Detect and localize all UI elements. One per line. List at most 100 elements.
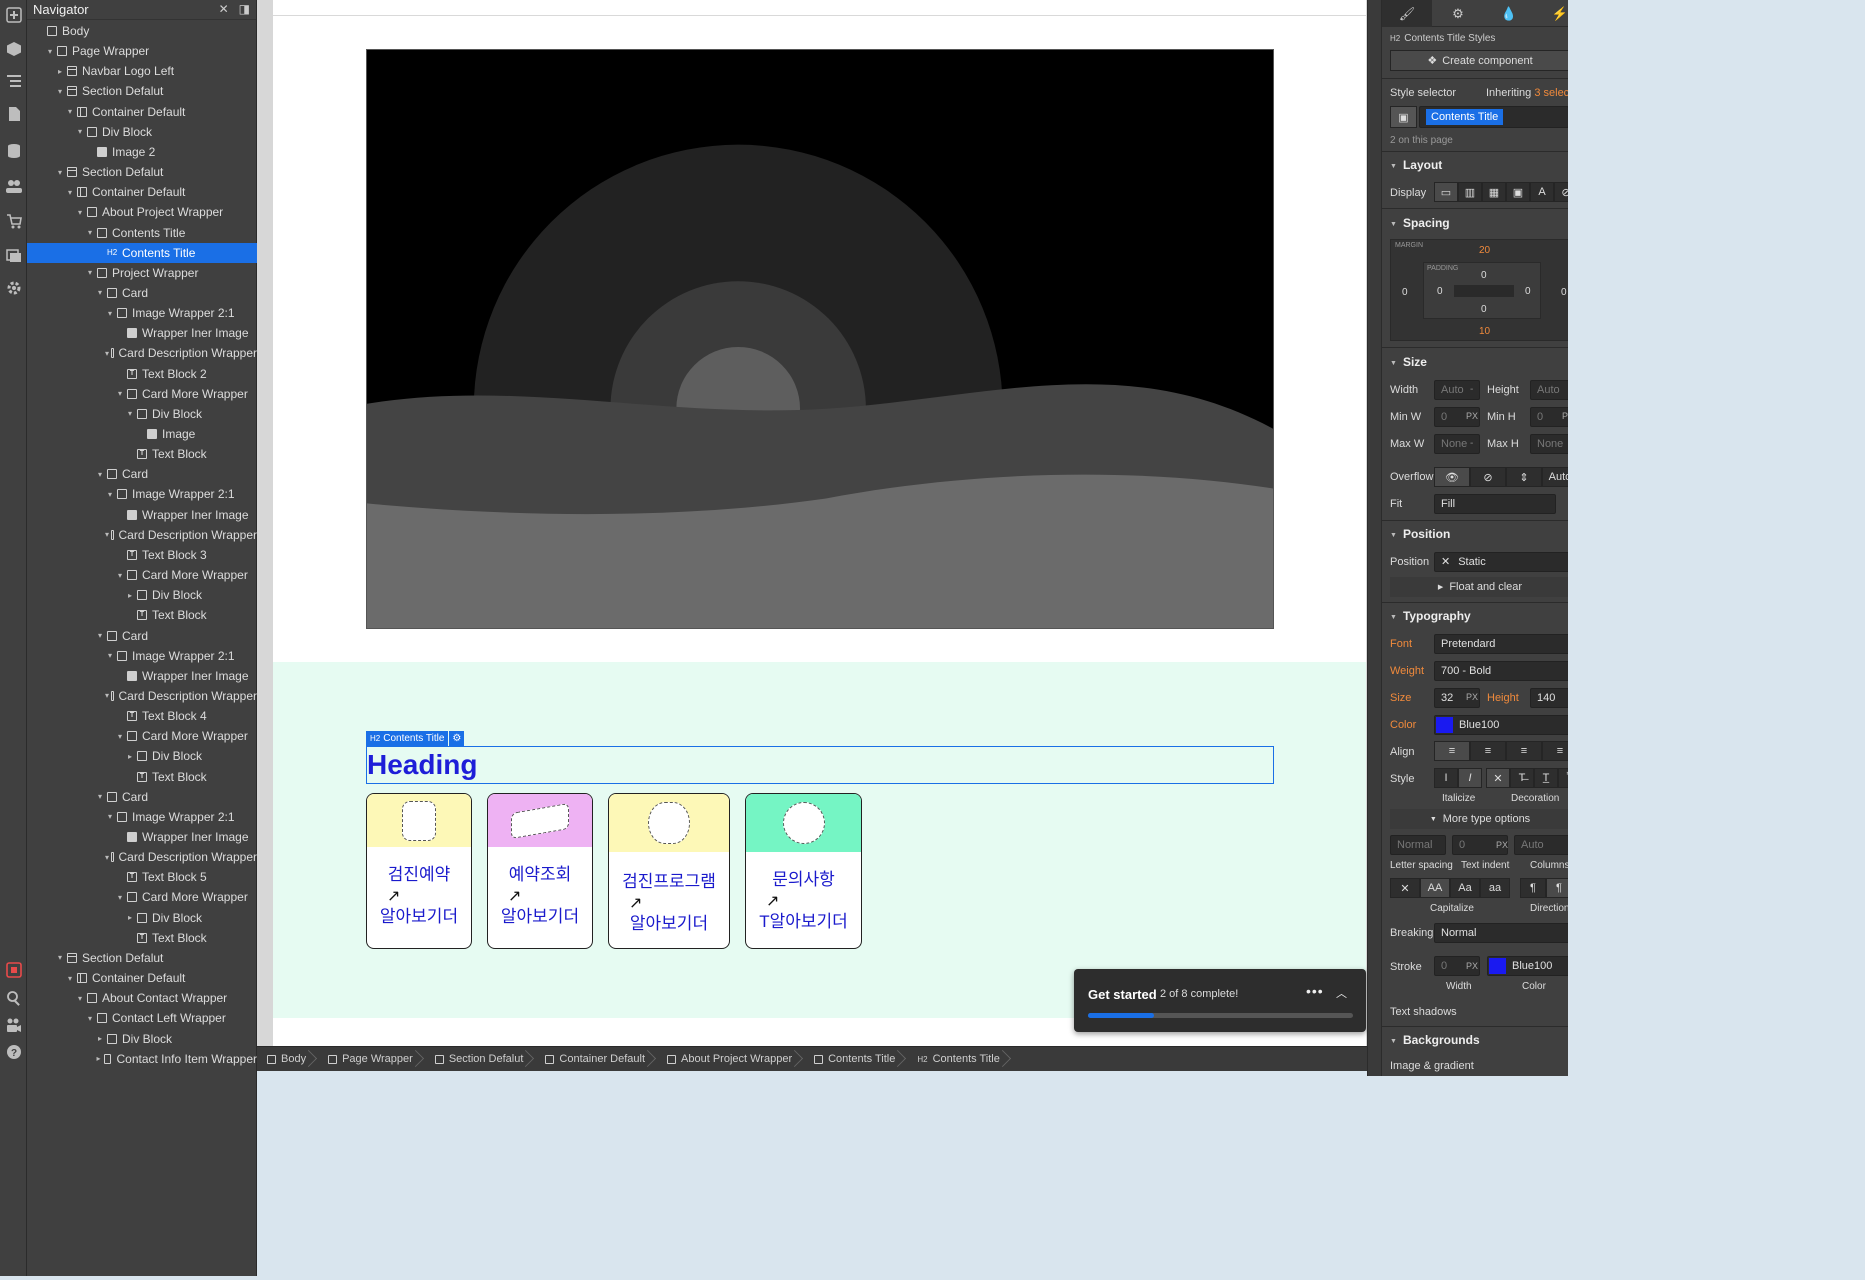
navigator-item[interactable]: ▾ Image Wrapper 2:1 <box>27 807 257 827</box>
record-icon[interactable] <box>0 955 27 985</box>
caret-right-icon[interactable]: ▸ <box>125 913 135 922</box>
search-icon[interactable] <box>0 983 27 1013</box>
height-input[interactable]: Auto <box>1530 380 1568 400</box>
breadcrumb-item[interactable]: Body <box>257 1047 312 1072</box>
navigator-item[interactable]: ▾ Card Description Wrapper <box>27 343 257 363</box>
navigator-item[interactable]: ▾ Card More Wrapper <box>27 726 257 746</box>
ecommerce-icon[interactable] <box>0 206 27 236</box>
navigator-item[interactable]: ▾ Card <box>27 787 257 807</box>
stroke-color-swatch[interactable] <box>1489 958 1506 974</box>
navigator-item[interactable]: H2 Contents Title <box>27 242 257 263</box>
caret-down-icon[interactable]: ▾ <box>105 490 115 499</box>
card-more-text[interactable]: 알아보기더 <box>367 906 471 927</box>
create-component-button[interactable]: ❖ Create component <box>1390 50 1568 71</box>
canvas-scrollbar[interactable] <box>1367 0 1381 1076</box>
letter-spacing-input[interactable]: Normal <box>1390 835 1446 855</box>
font-select[interactable]: Pretendard <box>1434 634 1568 654</box>
navigator-item[interactable]: ▾ Div Block <box>27 404 257 424</box>
image-gradient-label[interactable]: Image & gradient <box>1390 1060 1474 1072</box>
color-swatch[interactable] <box>1436 717 1453 733</box>
caret-down-icon[interactable]: ▾ <box>105 651 115 660</box>
navigator-item[interactable]: ▸ Div Block <box>27 746 257 766</box>
align-justify-icon[interactable]: ≡ <box>1542 741 1568 761</box>
navigator-item[interactable]: ▾ Container Default <box>27 102 257 122</box>
navigator-item[interactable]: T Text Block 3 <box>27 545 257 565</box>
margin-bottom-value[interactable]: 10 <box>1479 326 1490 337</box>
stroke-width-unit[interactable]: PX <box>1466 961 1478 971</box>
backgrounds-section-title[interactable]: Backgrounds <box>1390 1033 1480 1047</box>
caret-right-icon[interactable]: ▸ <box>95 1034 105 1043</box>
inheriting-label[interactable]: Inheriting 3 selecto <box>1486 87 1568 99</box>
navigator-item[interactable]: ▾ Page Wrapper <box>27 41 257 61</box>
color-field[interactable]: Blue100 <box>1434 715 1568 735</box>
display-none-icon[interactable]: ⊘ <box>1554 182 1568 202</box>
layout-section-title[interactable]: Layout <box>1390 158 1442 172</box>
overline-icon[interactable]: T̅ <box>1558 768 1568 788</box>
collapse-icon[interactable]: ︿ <box>1336 985 1347 1001</box>
display-grid-icon[interactable]: ▦ <box>1482 182 1506 202</box>
cms-icon[interactable] <box>0 136 27 166</box>
navigator-item[interactable]: Wrapper Iner Image <box>27 827 257 847</box>
add-icon[interactable] <box>0 0 27 30</box>
interactions-tab-drops-icon[interactable]: 💧 <box>1484 0 1534 27</box>
caret-right-icon[interactable]: ▸ <box>125 752 135 761</box>
display-flex-icon[interactable]: ▥ <box>1458 182 1482 202</box>
navigator-item[interactable]: Wrapper Iner Image <box>27 505 257 525</box>
caret-down-icon[interactable]: ▾ <box>95 631 105 640</box>
caret-down-icon[interactable]: ▾ <box>85 228 95 237</box>
navigator-item[interactable]: ▸ Navbar Logo Left <box>27 61 257 81</box>
underline-icon[interactable]: T̲ <box>1534 768 1558 788</box>
align-right-icon[interactable]: ≡ <box>1506 741 1542 761</box>
navigator-item[interactable]: ▸ Div Block <box>27 585 257 605</box>
assets-icon[interactable] <box>0 240 27 270</box>
caret-down-icon[interactable]: ▾ <box>55 168 65 177</box>
navigator-item[interactable]: ▾ Card Description Wrapper <box>27 686 257 706</box>
navigator-item[interactable]: T Text Block 5 <box>27 867 257 887</box>
align-left-icon[interactable]: ≡ <box>1434 741 1470 761</box>
lightning-tab-icon[interactable]: ⚡ <box>1535 0 1568 27</box>
float-and-clear-toggle[interactable]: ▶ Float and clear <box>1390 577 1568 597</box>
style-tab-brush-icon[interactable]: 🖌 <box>1382 0 1432 27</box>
selector-type-icon[interactable]: ▣ <box>1390 106 1417 128</box>
video-icon[interactable] <box>0 1010 27 1040</box>
design-canvas[interactable]: H2 Contents Title ⚙ Heading 검진예약 ↗ 알아보기더 예약조… <box>257 0 1367 1046</box>
navigator-item[interactable]: ▾ Image Wrapper 2:1 <box>27 484 257 504</box>
navigator-item[interactable]: ▾ About Project Wrapper <box>27 202 257 222</box>
caret-right-icon[interactable]: ▸ <box>55 67 65 76</box>
regular-text-icon[interactable]: I <box>1434 768 1458 788</box>
caret-down-icon[interactable]: ▾ <box>65 188 75 197</box>
breadcrumb-item[interactable]: Contents Title <box>804 1047 901 1072</box>
breaking-select[interactable]: Normal <box>1434 923 1568 943</box>
element-settings-icon[interactable]: ⚙ <box>449 731 465 746</box>
card-more-text[interactable]: 알아보기더 <box>488 906 592 927</box>
navigator-item[interactable]: T Text Block 4 <box>27 706 257 726</box>
card-more-text[interactable]: 알아보기더 <box>609 913 729 934</box>
navigator-item[interactable]: ▾ Section Defalut <box>27 948 257 968</box>
navigator-item[interactable]: ▾ Card More Wrapper <box>27 384 257 404</box>
caret-down-icon[interactable]: ▾ <box>115 893 125 902</box>
navigator-item[interactable]: Body <box>27 21 257 41</box>
align-center-icon[interactable]: ≡ <box>1470 741 1506 761</box>
display-inline-icon[interactable]: A <box>1530 182 1554 202</box>
caret-down-icon[interactable]: ▾ <box>95 792 105 801</box>
caret-down-icon[interactable]: ▾ <box>105 349 109 358</box>
caret-down-icon[interactable]: ▾ <box>105 691 109 700</box>
breadcrumb-item[interactable]: Container Default <box>535 1047 651 1072</box>
overflow-hidden-icon[interactable]: ⊘ <box>1470 467 1506 487</box>
navigator-item[interactable]: Wrapper Iner Image <box>27 666 257 686</box>
caret-down-icon[interactable]: ▾ <box>105 530 109 539</box>
caret-down-icon[interactable]: ▾ <box>55 953 65 962</box>
size-section-title[interactable]: Size <box>1390 355 1427 369</box>
users-icon[interactable] <box>0 171 27 201</box>
dock-panel-icon[interactable]: ◨ <box>239 2 250 16</box>
position-section-title[interactable]: Position <box>1390 527 1450 541</box>
fit-select[interactable]: Fill <box>1434 494 1556 514</box>
margin-left-value[interactable]: 0 <box>1402 287 1408 298</box>
navigator-item[interactable]: ▾ Container Default <box>27 182 257 202</box>
project-card[interactable]: 문의사항 ↗ T알아보기더 <box>745 793 862 949</box>
caret-down-icon[interactable]: ▾ <box>45 47 55 56</box>
breadcrumb-item[interactable]: Section Defalut <box>425 1047 530 1072</box>
max-height-input[interactable]: None <box>1530 434 1568 454</box>
capitalize-none-icon[interactable]: ✕ <box>1390 878 1420 898</box>
text-indent-unit[interactable]: PX <box>1496 840 1508 850</box>
